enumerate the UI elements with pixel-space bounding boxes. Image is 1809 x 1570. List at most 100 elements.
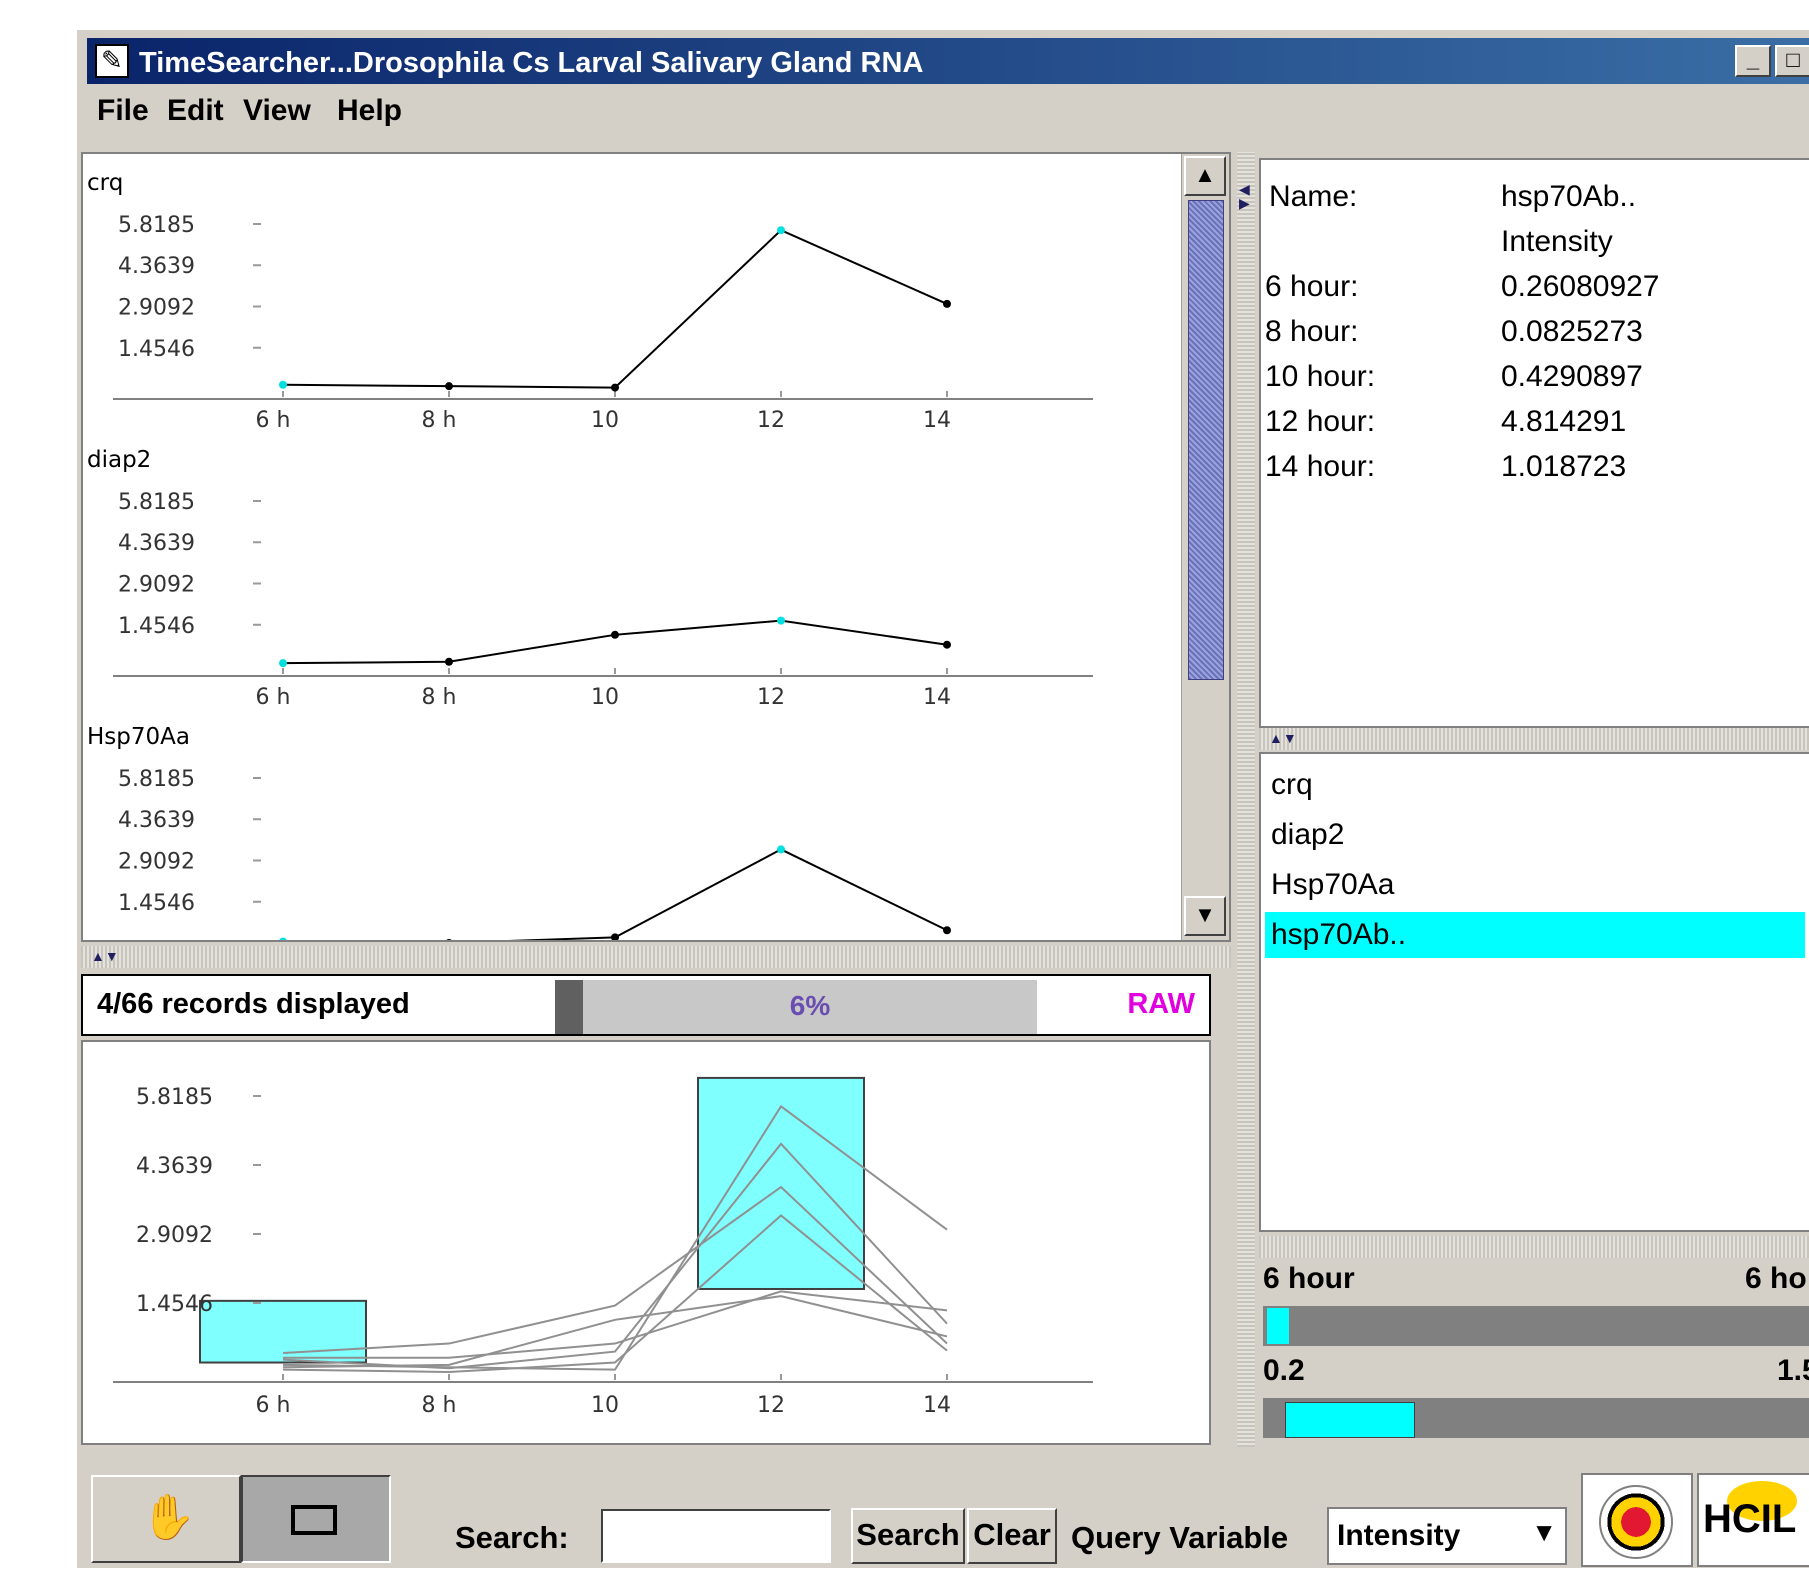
rectangle-icon <box>291 1505 337 1535</box>
menu-edit[interactable]: Edit <box>167 94 224 128</box>
hcil-logo: HCIL <box>1697 1473 1809 1567</box>
query-variable-label: Query Variable <box>1071 1520 1289 1555</box>
window-title: TimeSearcher...Drosophila Cs Larval Sali… <box>139 47 924 79</box>
hand-icon: ✋ <box>141 1492 196 1543</box>
data-point <box>445 382 453 391</box>
menu-view[interactable]: View <box>243 94 311 128</box>
data-point <box>611 630 619 639</box>
search-button[interactable]: Search <box>851 1508 965 1564</box>
percent-bar: 6% <box>555 980 1037 1034</box>
detail-row-label: 10 hour: <box>1265 360 1376 393</box>
detail-name-label: Name: <box>1269 180 1358 213</box>
y-tick-label: 4.3639 <box>118 531 195 556</box>
data-point <box>611 933 619 940</box>
overview-series-line <box>282 1295 948 1369</box>
y-tick-label: 4.3639 <box>118 254 195 279</box>
detail-row-label: 14 hour: <box>1265 450 1376 483</box>
time-range-slider[interactable] <box>1263 1306 1809 1346</box>
data-point <box>943 640 951 649</box>
horizontal-splitter[interactable]: ▲▼ <box>81 946 1231 968</box>
minimize-button[interactable]: _ <box>1735 45 1771 77</box>
detail-row-label: 8 hour: <box>1265 315 1359 348</box>
list-item[interactable]: crq <box>1265 762 1313 808</box>
query-variable-select[interactable]: Intensity ▼ <box>1327 1507 1567 1565</box>
y-tick-label: 2.9092 <box>118 296 195 321</box>
x-tick-label: 10 <box>591 408 619 433</box>
data-point <box>445 657 453 666</box>
x-tick-label: 10 <box>591 1393 619 1418</box>
time-range-right: 6 ho <box>1745 1262 1807 1295</box>
menu-help[interactable]: Help <box>337 94 402 128</box>
detail-chart: crq 5.8185 4.3639 2.9092 1.4546 6 h 8 h 10 12 14 <box>87 170 1093 433</box>
x-tick-label: 8 h <box>422 685 457 710</box>
vertical-splitter-arrows-icon[interactable]: ◀ ▶ <box>1239 182 1250 210</box>
y-tick-label: 2.9092 <box>136 1223 213 1248</box>
x-tick-label: 8 h <box>422 408 457 433</box>
scroll-up-button[interactable]: ▲ <box>1184 156 1226 196</box>
detail-chart: diap2 5.8185 4.3639 2.9092 1.4546 6 h 8 h 10 12 1… <box>87 447 1093 710</box>
right-splitter-top[interactable]: ▲▼ <box>1259 728 1809 750</box>
detail-row-value: 4.814291 <box>1501 405 1627 438</box>
chevron-down-icon[interactable]: ▼ <box>1531 1517 1557 1548</box>
maximize-button[interactable]: □ <box>1775 45 1809 77</box>
y-tick-label: 5.8185 <box>118 213 195 238</box>
x-tick-label: 14 <box>923 1393 951 1418</box>
time-range-thumb[interactable] <box>1267 1308 1289 1344</box>
y-tick-label: 5.8185 <box>118 490 195 515</box>
series-line <box>507 848 948 940</box>
seal-icon <box>1599 1485 1673 1559</box>
toolbar: ✋ Search: Search Clear Query Variable In… <box>87 1465 1809 1570</box>
records-status: 4/66 records displayed 6% RAW <box>81 974 1211 1036</box>
value-range-slider[interactable] <box>1263 1398 1809 1438</box>
x-tick-label: 6 h <box>256 408 291 433</box>
value-range-right: 1.5 <box>1777 1354 1809 1387</box>
y-tick-label: 4.3639 <box>118 808 195 833</box>
value-range-thumb[interactable] <box>1285 1402 1415 1438</box>
chart-title: crq <box>87 170 123 196</box>
records-count: 4/66 records displayed <box>97 988 410 1020</box>
y-tick-label: 1.4546 <box>136 1292 213 1317</box>
series-line <box>282 619 948 665</box>
menu-bar: File Edit View Help <box>87 86 1809 138</box>
data-point <box>446 939 452 940</box>
detail-scrollbar[interactable]: ▲ ▼ <box>1181 154 1229 940</box>
detail-row-value: 1.018723 <box>1501 450 1627 483</box>
data-point <box>279 380 287 389</box>
title-bar[interactable]: ✎ TimeSearcher...Drosophila Cs Larval Sa… <box>87 38 1809 84</box>
detail-row-label: 12 hour: <box>1265 405 1376 438</box>
pan-tool-button[interactable]: ✋ <box>91 1475 241 1563</box>
data-point <box>279 937 287 940</box>
timebox-tool-button[interactable] <box>241 1475 391 1563</box>
x-tick-label: 6 h <box>256 685 291 710</box>
search-input[interactable] <box>601 1509 831 1563</box>
detail-charts-panel: crq 5.8185 4.3639 2.9092 1.4546 6 h8 h 10 12 14 d… <box>81 152 1231 942</box>
overview-chart[interactable]: 5.8185 4.3639 2.9092 1.4546 6 h 8 h 10 12 14 <box>83 1042 1209 1443</box>
x-tick-label: 14 <box>923 408 951 433</box>
right-splitter-bottom[interactable] <box>1259 1236 1809 1258</box>
detail-chart: Hsp70Aa5.81854.36392.90921.45466 h8 h101… <box>87 724 951 940</box>
search-label: Search: <box>455 1520 569 1555</box>
scroll-down-button[interactable]: ▼ <box>1184 896 1226 936</box>
y-tick-label: 5.8185 <box>136 1085 213 1110</box>
data-point <box>943 926 951 935</box>
clear-button[interactable]: Clear <box>967 1508 1057 1564</box>
data-point <box>279 659 287 668</box>
vertical-splitter[interactable]: ◀ ▶ <box>1237 152 1255 1447</box>
overview-panel: 5.8185 4.3639 2.9092 1.4546 6 h 8 h 10 12 14 <box>81 1040 1211 1445</box>
menu-file[interactable]: File <box>97 94 149 128</box>
value-range-left: 0.2 <box>1263 1354 1305 1387</box>
data-point <box>611 383 619 392</box>
splitter-arrows-icon[interactable]: ▲▼ <box>91 948 119 964</box>
y-tick-label: 4.3639 <box>136 1154 213 1179</box>
raw-mode-label[interactable]: RAW <box>1127 988 1195 1021</box>
splitter-arrows-icon[interactable]: ▲▼ <box>1269 730 1297 746</box>
list-item[interactable]: diap2 <box>1265 812 1344 858</box>
y-tick-label: 2.9092 <box>118 573 195 598</box>
app-window: ✎ TimeSearcher...Drosophila Cs Larval Sa… <box>75 28 1809 1568</box>
list-item-selected[interactable]: hsp70Ab.. <box>1265 912 1805 958</box>
chart-title: Hsp70Aa <box>87 724 190 750</box>
scroll-thumb[interactable] <box>1188 200 1224 680</box>
list-item[interactable]: Hsp70Aa <box>1265 862 1394 908</box>
timebox-query <box>697 1076 865 1290</box>
app-icon: ✎ <box>95 44 129 78</box>
